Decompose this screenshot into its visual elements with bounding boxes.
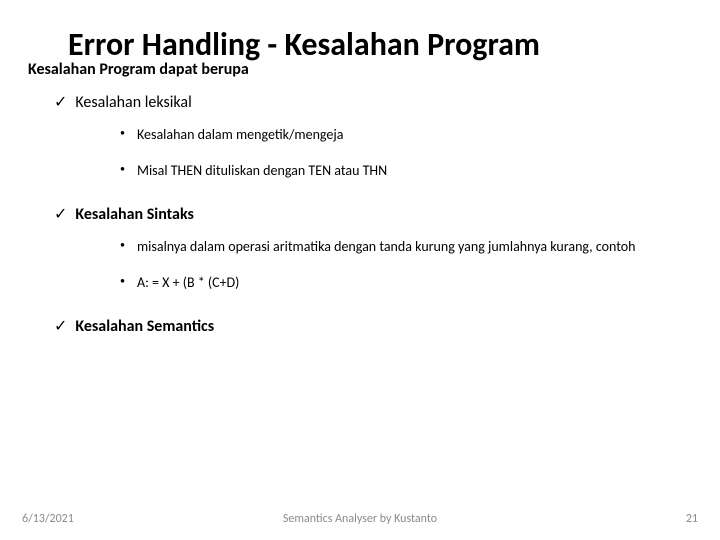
section-label: Kesalahan Sintaks: [75, 205, 193, 224]
section-leksikal: ✓ Kesalahan leksikal • Kesalahan dalam m…: [28, 93, 692, 183]
list-item: • Misal THEN dituliskan dengan TEN atau …: [120, 160, 692, 182]
slide-title: Error Handling - Kesalahan Program: [68, 28, 692, 62]
footer-center: Semantics Analyser by Kustanto: [283, 512, 437, 526]
check-icon: ✓: [54, 205, 67, 224]
check-icon: ✓: [54, 317, 67, 336]
list-item: ✓ Kesalahan Sintaks: [54, 205, 692, 224]
section-label: Kesalahan Semantics: [75, 317, 214, 336]
list-item: ✓ Kesalahan leksikal: [54, 93, 692, 112]
slide: Error Handling - Kesalahan Program Kesal…: [0, 0, 720, 540]
footer-page: 21: [686, 512, 698, 526]
item-text: A: = X + (B * (C+D): [137, 272, 239, 294]
section-semantics: ✓ Kesalahan Semantics: [28, 317, 692, 336]
section-sintaks: ✓ Kesalahan Sintaks • misalnya dalam ope…: [28, 205, 692, 295]
item-text: Kesalahan dalam mengetik/mengeja: [137, 124, 343, 146]
list-item: ✓ Kesalahan Semantics: [54, 317, 692, 336]
list-item: • misalnya dalam operasi aritmatika deng…: [120, 236, 692, 258]
slide-footer: 6/13/2021 Semantics Analyser by Kustanto…: [0, 512, 720, 526]
sub-list: • misalnya dalam operasi aritmatika deng…: [120, 236, 692, 295]
bullet-icon: •: [120, 124, 125, 142]
bullet-icon: •: [120, 236, 125, 254]
bullet-icon: •: [120, 160, 125, 178]
sub-list: • Kesalahan dalam mengetik/mengeja • Mis…: [120, 124, 692, 183]
footer-date: 6/13/2021: [22, 512, 74, 526]
section-label: Kesalahan leksikal: [75, 93, 191, 112]
bullet-icon: •: [120, 272, 125, 290]
list-item: • A: = X + (B * (C+D): [120, 272, 692, 294]
item-text: Misal THEN dituliskan dengan TEN atau TH…: [137, 160, 387, 182]
check-icon: ✓: [54, 93, 67, 112]
list-item: • Kesalahan dalam mengetik/mengeja: [120, 124, 692, 146]
item-text: misalnya dalam operasi aritmatika dengan…: [137, 236, 636, 258]
